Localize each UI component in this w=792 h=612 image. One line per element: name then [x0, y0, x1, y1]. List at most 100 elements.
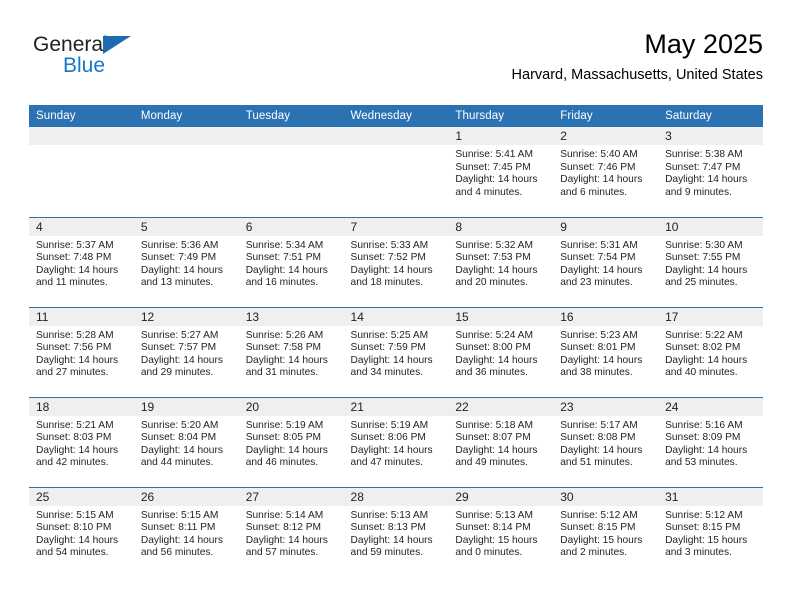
- sunrise-text: Sunrise: 5:15 AM: [140, 509, 219, 521]
- calendar-cell-inner: 23 Sunrise: 5:17 AM Sunset: 8:08 PM Dayligh…: [553, 398, 659, 487]
- day-number: 29: [448, 488, 554, 506]
- calendar-cell-inner: 12 Sunrise: 5:27 AM Sunset: 7:57 PM Dayligh…: [133, 308, 239, 397]
- calendar-cell-empty: [133, 127, 239, 217]
- daylight-text-line2: and 47 minutes.: [350, 457, 424, 469]
- day-details: Sunrise: 5:22 AM Sunset: 8:02 PM Daylight:…: [658, 326, 763, 380]
- day-number: 22: [448, 398, 554, 416]
- daylight-text-line1: Daylight: 14 hours: [36, 534, 119, 546]
- daylight-text-line2: and 2 minutes.: [560, 547, 628, 559]
- calendar-cell-inner: 13 Sunrise: 5:26 AM Sunset: 7:58 PM Dayligh…: [238, 308, 344, 397]
- sunrise-text: Sunrise: 5:23 AM: [560, 329, 638, 341]
- sunset-text: Sunset: 8:01 PM: [560, 342, 636, 354]
- calendar-day-cell[interactable]: 20 Sunrise: 5:19 AM Sunset: 8:05 PM Dayligh…: [238, 396, 344, 487]
- daylight-text-line1: Daylight: 14 hours: [455, 444, 538, 456]
- daylight-text-line1: Daylight: 14 hours: [36, 354, 119, 366]
- sunset-text: Sunset: 7:52 PM: [350, 252, 426, 264]
- day-details: Sunrise: 5:12 AM Sunset: 8:15 PM Daylight:…: [658, 506, 763, 560]
- calendar-cell-inner: 10 Sunrise: 5:30 AM Sunset: 7:55 PM Dayligh…: [658, 218, 763, 307]
- sunset-text: Sunset: 8:08 PM: [560, 432, 636, 444]
- daylight-text-line1: Daylight: 14 hours: [665, 264, 748, 276]
- calendar-cell-inner: 14 Sunrise: 5:25 AM Sunset: 7:59 PM Dayligh…: [343, 308, 449, 397]
- calendar-day-cell[interactable]: 7 Sunrise: 5:33 AM Sunset: 7:52 PM Daylight…: [343, 216, 449, 307]
- sunset-text: Sunset: 8:12 PM: [245, 522, 322, 534]
- calendar-day-cell[interactable]: 18 Sunrise: 5:21 AM Sunset: 8:03 PM Dayligh…: [29, 396, 134, 487]
- calendar-day-cell[interactable]: 11 Sunrise: 5:28 AM Sunset: 7:56 PM Dayligh…: [29, 306, 134, 397]
- sunset-text: Sunset: 7:59 PM: [350, 342, 426, 354]
- daylight-text-line2: and 9 minutes.: [665, 186, 732, 198]
- calendar-day-cell[interactable]: 31 Sunrise: 5:12 AM Sunset: 8:15 PM Dayligh…: [658, 486, 763, 577]
- calendar-day-cell[interactable]: 22 Sunrise: 5:18 AM Sunset: 8:07 PM Dayligh…: [448, 396, 554, 487]
- calendar-day-cell[interactable]: 27 Sunrise: 5:14 AM Sunset: 8:12 PM Dayligh…: [238, 486, 344, 577]
- calendar-cell-inner: 28 Sunrise: 5:13 AM Sunset: 8:13 PM Dayligh…: [343, 488, 449, 577]
- sunset-text: Sunset: 7:51 PM: [245, 252, 322, 264]
- daylight-text-line2: and 38 minutes.: [560, 367, 633, 379]
- sunset-text: Sunset: 7:55 PM: [665, 252, 741, 264]
- calendar-cell-empty: [238, 127, 344, 217]
- daylight-text-line1: Daylight: 14 hours: [350, 264, 433, 276]
- calendar-day-cell[interactable]: 14 Sunrise: 5:25 AM Sunset: 7:59 PM Dayligh…: [343, 306, 449, 397]
- calendar-day-cell[interactable]: 15 Sunrise: 5:24 AM Sunset: 8:00 PM Dayligh…: [448, 306, 554, 397]
- day-number: 3: [658, 127, 763, 145]
- calendar-day-cell[interactable]: 8 Sunrise: 5:32 AM Sunset: 7:53 PM Daylight…: [448, 216, 554, 307]
- sunrise-text: Sunrise: 5:16 AM: [665, 419, 743, 431]
- daylight-text-line1: Daylight: 15 hours: [560, 534, 643, 546]
- calendar-day-cell[interactable]: 28 Sunrise: 5:13 AM Sunset: 8:13 PM Dayligh…: [343, 486, 449, 577]
- calendar-day-cell[interactable]: 24 Sunrise: 5:16 AM Sunset: 8:09 PM Dayligh…: [658, 396, 763, 487]
- sunrise-text: Sunrise: 5:40 AM: [560, 149, 638, 160]
- day-details: Sunrise: 5:23 AM Sunset: 8:01 PM Daylight:…: [553, 326, 658, 380]
- daylight-text-line2: and 25 minutes.: [665, 277, 738, 289]
- calendar-day-cell[interactable]: 16 Sunrise: 5:23 AM Sunset: 8:01 PM Dayligh…: [553, 306, 659, 397]
- sunset-text: Sunset: 8:13 PM: [350, 522, 426, 534]
- calendar-day-cell[interactable]: 13 Sunrise: 5:26 AM Sunset: 7:58 PM Dayligh…: [238, 306, 344, 397]
- daylight-text-line2: and 56 minutes.: [140, 547, 214, 559]
- daylight-text-line2: and 29 minutes.: [140, 367, 214, 379]
- calendar-cell-inner: [343, 127, 449, 217]
- calendar-day-cell[interactable]: 21 Sunrise: 5:19 AM Sunset: 8:06 PM Dayligh…: [343, 396, 449, 487]
- sunrise-text: Sunrise: 5:33 AM: [350, 239, 429, 251]
- daylight-text-line2: and 6 minutes.: [560, 186, 628, 198]
- calendar-week-row: 11 Sunrise: 5:28 AM Sunset: 7:56 PM Dayligh…: [29, 306, 763, 397]
- calendar-day-cell[interactable]: 19 Sunrise: 5:20 AM Sunset: 8:04 PM Dayligh…: [133, 396, 239, 487]
- calendar-day-cell[interactable]: 17 Sunrise: 5:22 AM Sunset: 8:02 PM Dayligh…: [658, 306, 763, 397]
- calendar-day-cell[interactable]: 10 Sunrise: 5:30 AM Sunset: 7:55 PM Dayligh…: [658, 216, 763, 307]
- day-details: Sunrise: 5:19 AM Sunset: 8:05 PM Daylight:…: [239, 416, 344, 470]
- general-blue-logo[interactable]: General Blue: [29, 32, 249, 88]
- daylight-text-line2: and 3 minutes.: [665, 547, 732, 559]
- sunset-text: Sunset: 7:56 PM: [36, 342, 112, 354]
- calendar-day-cell[interactable]: 12 Sunrise: 5:27 AM Sunset: 7:57 PM Dayligh…: [133, 306, 239, 397]
- sunrise-text: Sunrise: 5:37 AM: [36, 239, 114, 251]
- day-number: 30: [553, 488, 659, 506]
- calendar-day-cell[interactable]: 23 Sunrise: 5:17 AM Sunset: 8:08 PM Dayligh…: [553, 396, 659, 487]
- calendar-cell-inner: 11 Sunrise: 5:28 AM Sunset: 7:56 PM Dayligh…: [29, 308, 134, 397]
- calendar-day-cell[interactable]: 6 Sunrise: 5:34 AM Sunset: 7:51 PM Daylight…: [238, 216, 344, 307]
- daylight-text-line1: Daylight: 14 hours: [350, 534, 433, 546]
- calendar-day-cell[interactable]: 1 Sunrise: 5:41 AM Sunset: 7:45 PM Daylight…: [448, 127, 554, 217]
- calendar-day-cell[interactable]: 9 Sunrise: 5:31 AM Sunset: 7:54 PM Daylight…: [553, 216, 659, 307]
- calendar-day-cell[interactable]: 5 Sunrise: 5:36 AM Sunset: 7:49 PM Daylight…: [133, 216, 239, 307]
- calendar-day-cell[interactable]: 29 Sunrise: 5:13 AM Sunset: 8:14 PM Dayligh…: [448, 486, 554, 577]
- calendar-day-cell[interactable]: 2 Sunrise: 5:40 AM Sunset: 7:46 PM Daylight…: [553, 127, 659, 217]
- daylight-text-line2: and 23 minutes.: [560, 277, 633, 289]
- calendar-day-cell[interactable]: 25 Sunrise: 5:15 AM Sunset: 8:10 PM Dayligh…: [29, 486, 134, 577]
- sunset-text: Sunset: 7:58 PM: [245, 342, 322, 354]
- day-number: 7: [343, 218, 449, 236]
- daylight-text-line1: Daylight: 14 hours: [665, 354, 748, 366]
- calendar-cell-inner: 3 Sunrise: 5:38 AM Sunset: 7:47 PM Daylight…: [658, 127, 763, 217]
- sunrise-text: Sunrise: 5:36 AM: [140, 239, 219, 251]
- day-details: Sunrise: 5:36 AM Sunset: 7:49 PM Daylight:…: [134, 236, 239, 290]
- daylight-text-line2: and 44 minutes.: [140, 457, 214, 469]
- sunset-text: Sunset: 8:06 PM: [350, 432, 426, 444]
- day-details: Sunrise: 5:20 AM Sunset: 8:04 PM Daylight:…: [134, 416, 239, 470]
- day-number: 24: [658, 398, 763, 416]
- calendar-day-cell[interactable]: 4 Sunrise: 5:37 AM Sunset: 7:48 PM Daylight…: [29, 216, 134, 307]
- day-number: [343, 127, 449, 145]
- daylight-text-line1: Daylight: 14 hours: [245, 534, 328, 546]
- calendar-day-cell[interactable]: 26 Sunrise: 5:15 AM Sunset: 8:11 PM Dayligh…: [133, 486, 239, 577]
- daylight-text-line1: Daylight: 14 hours: [140, 444, 223, 456]
- sunrise-text: Sunrise: 5:19 AM: [350, 419, 429, 431]
- weekday-header-friday: Friday: [553, 105, 659, 127]
- day-number: 10: [658, 218, 763, 236]
- calendar-day-cell[interactable]: 30 Sunrise: 5:12 AM Sunset: 8:15 PM Dayligh…: [553, 486, 659, 577]
- day-details: Sunrise: 5:24 AM Sunset: 8:00 PM Daylight:…: [448, 326, 553, 380]
- calendar-day-cell[interactable]: 3 Sunrise: 5:38 AM Sunset: 7:47 PM Daylight…: [658, 127, 763, 217]
